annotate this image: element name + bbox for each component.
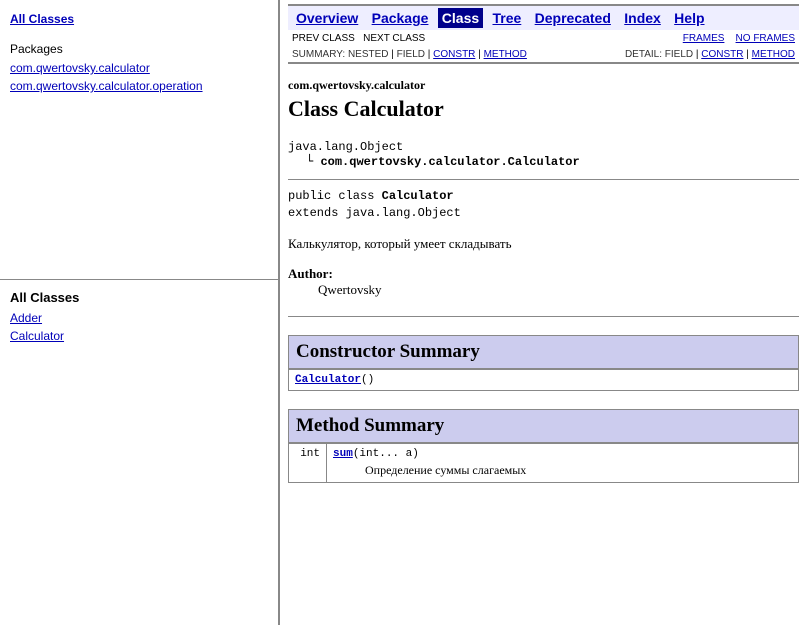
method-link[interactable]: sum (333, 448, 353, 460)
table-row: Calculator() (289, 369, 799, 390)
author-label: Author: (288, 266, 799, 282)
summary-nested: NESTED (348, 49, 389, 60)
nav-index[interactable]: Index (620, 8, 665, 28)
class-description: Калькулятор, который умеет складывать (288, 236, 799, 252)
package-name: com.qwertovsky.calculator (288, 78, 799, 93)
author-value: Qwertovsky (318, 282, 799, 298)
class-link-calculator[interactable]: Calculator (10, 327, 268, 345)
class-signature: public class Calculator extends java.lan… (288, 179, 799, 222)
all-classes-link[interactable]: All Classes (10, 10, 268, 28)
detail-method-link[interactable]: METHOD (752, 49, 795, 60)
next-class: NEXT CLASS (363, 33, 425, 44)
summary-constr-link[interactable]: CONSTR (433, 49, 475, 60)
main-content: Overview Package Class Tree Deprecated I… (278, 0, 807, 625)
nav-deprecated[interactable]: Deprecated (531, 8, 615, 28)
sig-extends: extends java.lang.Object (288, 205, 799, 222)
packages-frame: All Classes Packages com.qwertovsky.calc… (0, 0, 278, 280)
nav-help[interactable]: Help (670, 8, 708, 28)
prev-class: PREV CLASS (292, 33, 355, 44)
detail-field: FIELD (665, 49, 693, 60)
constructor-link[interactable]: Calculator (295, 374, 361, 386)
class-hierarchy: java.lang.Object └ com.qwertovsky.calcul… (288, 140, 799, 169)
no-frames-link[interactable]: NO FRAMES (736, 33, 795, 44)
all-classes-frame: All Classes Adder Calculator (0, 280, 278, 625)
class-title: Class Calculator (288, 96, 799, 122)
nav-class: Class (438, 8, 483, 28)
hierarchy-parent: java.lang.Object (288, 140, 799, 154)
frames-link[interactable]: FRAMES (683, 33, 725, 44)
constructor-params: () (361, 374, 374, 386)
summary-label: SUMMARY: (292, 49, 345, 60)
tree-branch-icon: └ (306, 154, 320, 168)
detail-label: DETAIL: (625, 49, 662, 60)
sub-nav-row2: SUMMARY: NESTED | FIELD | CONSTR | METHO… (288, 47, 799, 64)
package-link-2[interactable]: com.qwertovsky.calculator.operation (10, 77, 268, 95)
method-description: Определение суммы слагаемых (333, 460, 792, 478)
package-link-1[interactable]: com.qwertovsky.calculator (10, 59, 268, 77)
all-classes-title: All Classes (10, 290, 268, 305)
summary-method-link[interactable]: METHOD (484, 49, 527, 60)
detail-constr-link[interactable]: CONSTR (701, 49, 743, 60)
constructor-summary-header: Constructor Summary (288, 335, 799, 369)
sub-nav-row1: PREV CLASS NEXT CLASS FRAMES NO FRAMES (288, 30, 799, 47)
nav-bar: Overview Package Class Tree Deprecated I… (288, 4, 799, 30)
method-params: (int... a) (353, 448, 419, 460)
sig-classname: Calculator (382, 189, 454, 203)
sig-prefix: public class (288, 189, 382, 203)
method-summary-header: Method Summary (288, 409, 799, 443)
method-summary-table: int sum(int... a) Определение суммы слаг… (288, 443, 799, 483)
nav-tree[interactable]: Tree (488, 8, 525, 28)
method-return-type: int (289, 443, 327, 482)
packages-label: Packages (10, 42, 268, 56)
hierarchy-child: com.qwertovsky.calculator.Calculator (320, 155, 579, 169)
summary-field: FIELD (397, 49, 425, 60)
nav-package[interactable]: Package (368, 8, 433, 28)
constructor-summary-table: Calculator() (288, 369, 799, 391)
nav-overview[interactable]: Overview (292, 8, 362, 28)
table-row: int sum(int... a) Определение суммы слаг… (289, 443, 799, 482)
class-link-adder[interactable]: Adder (10, 309, 268, 327)
